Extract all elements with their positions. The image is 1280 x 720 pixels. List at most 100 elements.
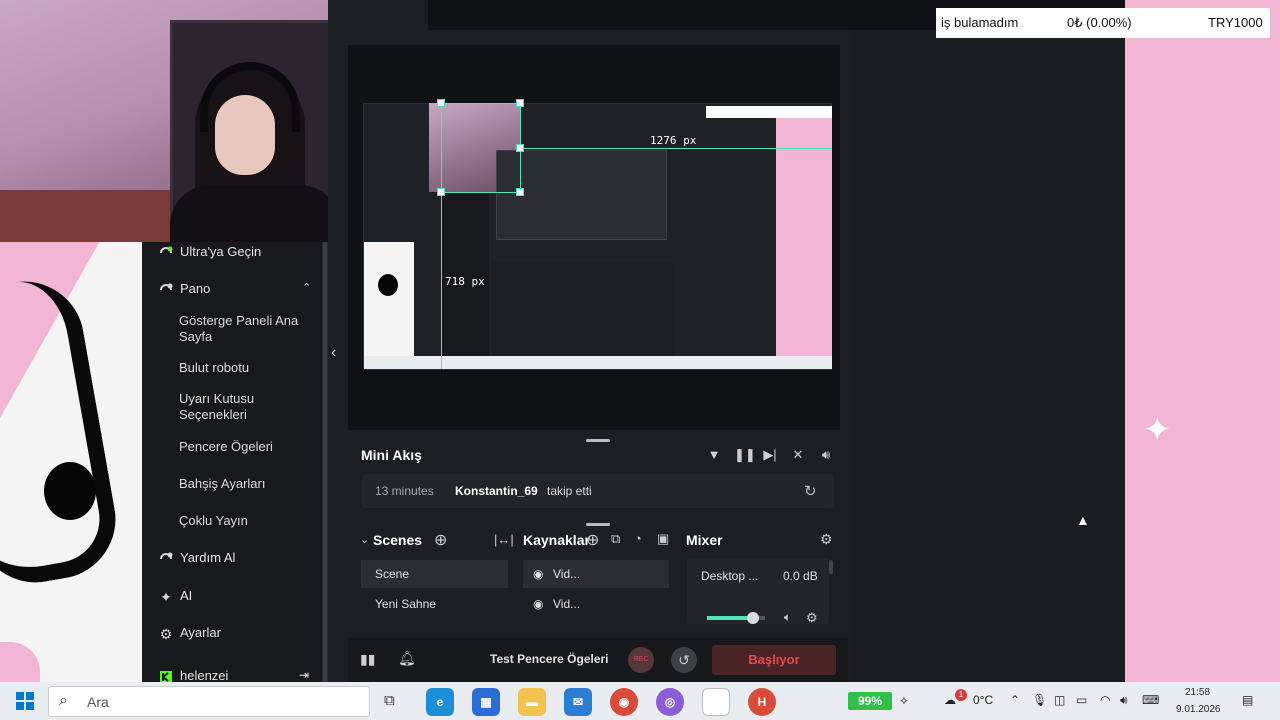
preview-nested-cartoon xyxy=(364,242,414,368)
sidebar-sub-item[interactable]: Bahşiş Ayarları xyxy=(179,476,309,492)
cartoon-overlay xyxy=(0,242,142,682)
sidebar-item-label: Ultra'ya Geçin xyxy=(180,244,262,259)
document-icon[interactable] xyxy=(702,688,730,716)
notification-center-icon[interactable]: ▤ xyxy=(1242,693,1253,707)
panel-drag-handle[interactable] xyxy=(586,523,610,526)
chevron-up-icon[interactable]: ⌃ xyxy=(302,281,311,294)
microphone-icon[interactable]: 🎙︎ xyxy=(1032,693,1047,707)
sidebar-sub-item[interactable]: Gösterge Paneli Ana Sayfa xyxy=(179,313,309,345)
sources-title: Kaynaklar xyxy=(523,532,590,548)
cartoon-eye xyxy=(44,462,96,520)
record-button[interactable]: REC xyxy=(628,647,654,673)
preview-nested-taskbar xyxy=(364,356,832,369)
sidebar-scrollbar-thumb[interactable] xyxy=(323,242,327,682)
source-item[interactable]: ◉ Vid... xyxy=(523,590,669,618)
sidebar-item-ai[interactable]: ✦ AI xyxy=(142,588,322,606)
store-icon[interactable]: ▦ xyxy=(472,688,500,716)
collapse-sidebar-icon[interactable]: ⇥ xyxy=(299,668,309,682)
folder-icon[interactable]: ▣ xyxy=(657,531,669,547)
sidebar-sub-item[interactable]: Pencere Ögeleri xyxy=(179,439,309,455)
mixer-channel-name: Desktop ... xyxy=(701,569,759,583)
selection-handle[interactable] xyxy=(516,188,524,196)
mixer-channel-level: 0.0 dB xyxy=(783,569,818,583)
pin-icon[interactable]: ⟡ xyxy=(900,693,908,708)
scenes-title: Scenes xyxy=(373,532,423,548)
selection-handle[interactable] xyxy=(437,188,445,196)
sparkle-icon: ✦ xyxy=(1143,411,1172,449)
keyboard-icon[interactable]: ⌨ xyxy=(1142,693,1159,707)
sidebar-user-name: helenzei xyxy=(180,668,229,683)
chevron-down-icon[interactable]: ⌄ xyxy=(360,533,369,546)
clock-time[interactable]: 21:58 xyxy=(1185,687,1210,698)
camera-icon[interactable]: ◫ xyxy=(1054,693,1065,707)
chevron-up-icon[interactable]: ⌃ xyxy=(1010,693,1020,707)
clock-date[interactable]: 9.01.2026 xyxy=(1176,704,1221,715)
test-widgets-button[interactable]: Test Pencere Ögeleri xyxy=(490,652,609,666)
browser-profile-icon[interactable]: ◎ xyxy=(656,688,684,716)
sidebar-sub-item[interactable]: Çoklu Yayın xyxy=(179,513,309,529)
start-stream-button[interactable]: Başlıyor xyxy=(712,645,836,675)
wifi-icon[interactable]: ◠ xyxy=(1100,693,1110,707)
mouse-cursor-icon: ▲ xyxy=(1076,512,1090,528)
volume-icon[interactable]: 🔊︎ xyxy=(818,447,834,463)
scene-transition-icon[interactable]: |↔| xyxy=(494,532,514,547)
sidebar-item-pano[interactable]: Pano ⌃ xyxy=(142,281,322,299)
webcam-source-icon: ◉ xyxy=(533,597,544,611)
selection-handle[interactable] xyxy=(437,99,445,107)
add-source-icon[interactable]: ⊕ xyxy=(586,530,599,550)
task-view-icon[interactable]: ⧉ xyxy=(384,692,395,709)
add-scene-icon[interactable]: ⊕ xyxy=(434,530,447,550)
sidebar-item-label: Ayarlar xyxy=(180,625,221,640)
cartoon-pink-corner xyxy=(0,642,40,682)
sparkle-icon: ✦ xyxy=(160,588,172,605)
mixer-settings-icon[interactable]: ⚙ xyxy=(820,531,833,548)
notification-bell-icon[interactable]: 🔔︎ xyxy=(398,650,416,667)
windows-start-icon[interactable] xyxy=(16,692,34,715)
mixer-scrollbar[interactable] xyxy=(829,560,833,574)
search-placeholder: Ara xyxy=(87,694,109,710)
speaker-icon[interactable]: 🔈︎ xyxy=(784,610,791,625)
sidebar-item-ultra[interactable]: Ultra'ya Geçin xyxy=(142,244,322,262)
source-group-icon[interactable]: ⧉ xyxy=(611,531,620,547)
source-item[interactable]: ◉ Vid... xyxy=(523,560,669,588)
battery-icon[interactable]: ▭ xyxy=(1076,693,1087,707)
refresh-icon[interactable]: ↻ xyxy=(804,482,817,500)
mail-icon[interactable]: ✉ xyxy=(564,688,592,716)
chevron-left-icon[interactable]: ‹ xyxy=(331,344,336,362)
stats-icon[interactable]: ▮▮ xyxy=(360,651,375,668)
pause-icon[interactable]: ❚❚ xyxy=(734,447,756,463)
sidebar-item-label: AI xyxy=(180,588,193,603)
webcam-background xyxy=(0,190,170,242)
chrome-icon[interactable]: ◉ xyxy=(610,688,638,716)
sidebar-sub-item[interactable]: Uyarı Kutusu Seçenekleri xyxy=(179,391,309,423)
mini-feed-title: Mini Akış xyxy=(361,447,422,463)
edge-browser-icon[interactable]: e xyxy=(426,688,454,716)
sidebar-sub-item[interactable]: Bulut robotu xyxy=(179,360,309,376)
skip-icon[interactable]: ▶| xyxy=(762,447,778,463)
selection-handle[interactable] xyxy=(516,144,524,152)
chrome-profile-icon[interactable]: H xyxy=(748,688,776,716)
sidebar-item-settings[interactable]: ⚙ Ayarlar xyxy=(142,625,322,643)
file-explorer-icon[interactable]: ▬ xyxy=(518,688,546,716)
filter-icon[interactable]: ▼ xyxy=(706,447,722,463)
help-icon xyxy=(155,550,177,568)
taskbar-search-input[interactable]: ⌕ Ara xyxy=(48,686,370,717)
alert-ticker-bar: iş bulamadım 0₺ (0.00%) TRY1000 xyxy=(936,8,1270,38)
scene-item[interactable]: Yeni Sahne xyxy=(361,590,508,618)
weather-temperature[interactable]: 0°C xyxy=(973,693,993,707)
sidebar: Ultra'ya Geçin Pano ⌃ Gösterge Paneli An… xyxy=(142,242,322,683)
source-wave-icon[interactable]: ◔ xyxy=(634,531,642,546)
scene-item[interactable]: Scene xyxy=(361,560,508,588)
selection-guide xyxy=(441,103,520,104)
speaker-icon[interactable]: 🔊︎ xyxy=(1120,693,1128,708)
channel-settings-icon[interactable]: ⚙ xyxy=(806,610,818,626)
sidebar-item-help[interactable]: Yardım Al xyxy=(142,550,322,568)
battery-indicator[interactable]: 99% xyxy=(848,692,892,710)
selection-guide xyxy=(520,148,832,149)
mute-alerts-icon[interactable]: ✕ xyxy=(790,447,806,463)
selection-handle[interactable] xyxy=(516,99,524,107)
replay-buffer-icon[interactable]: ↺ xyxy=(671,647,697,673)
feed-event-time: 13 minutes xyxy=(375,484,434,498)
preview-height-label: 718 px xyxy=(445,275,485,288)
cartoon-outline xyxy=(0,272,125,592)
